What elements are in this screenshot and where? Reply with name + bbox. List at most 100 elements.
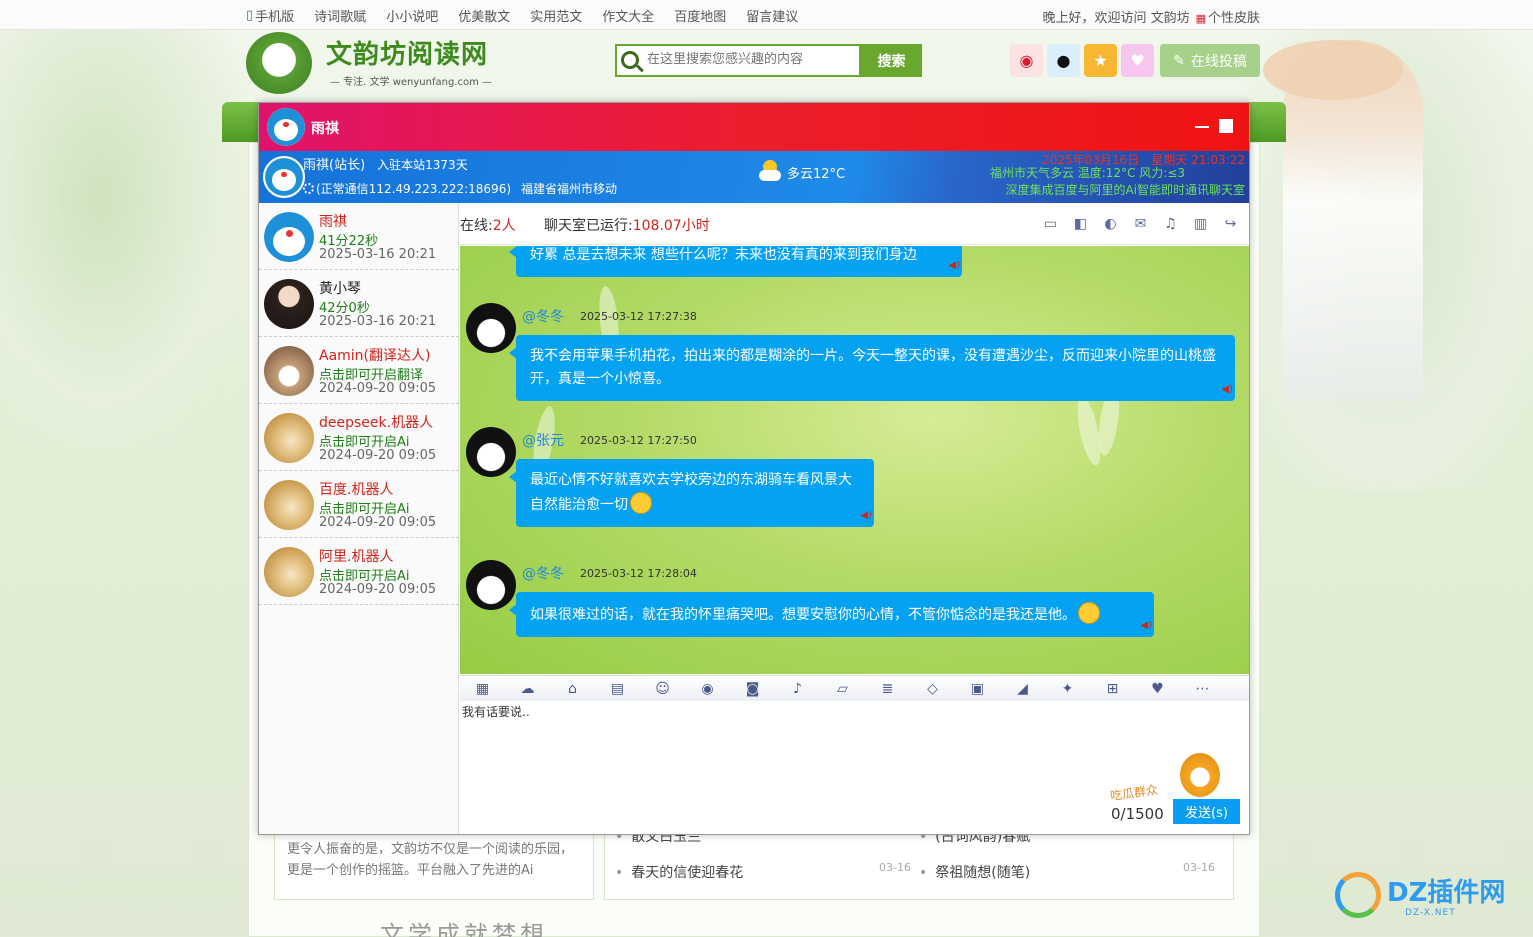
online-count: 在线:2人 [460, 215, 516, 235]
more-icon[interactable]: ⋯ [1180, 681, 1225, 697]
chat-tools: ▭ ◧ ◐ ✉ ♫ ▥ ↪ [1042, 215, 1239, 232]
skin-link[interactable]: 个性皮肤 [1208, 11, 1260, 26]
site-logo[interactable]: 文韵坊阅读网 — 专注. 文学 wenyunfang.com — [246, 32, 536, 94]
list-icon[interactable]: ≣ [865, 681, 910, 697]
nav-essay[interactable]: 作文大全 [602, 6, 654, 25]
user-name: Aamin(翻译达人) [319, 348, 431, 364]
nav-prose[interactable]: 优美散文 [458, 6, 510, 25]
weather-widget: 多云12°C [757, 160, 845, 184]
message-bubble: 我不会用苹果手机拍花，拍出来的都是糊涂的一片。今天一整天的课，没有遭遇沙尘，反而… [509, 335, 1235, 401]
rss-icon[interactable]: ◢ [1000, 681, 1045, 697]
nav-short-story[interactable]: 小小说吧 [386, 6, 438, 25]
article-link[interactable]: 祭祖随想(随笔) [919, 862, 1030, 882]
doraemon-avatar-icon [267, 108, 305, 146]
search-icon [621, 51, 639, 69]
message-sender[interactable]: @冬冬 [522, 563, 564, 583]
toggle-icon[interactable]: ◐ [1102, 215, 1119, 232]
contribute-label: 在线投稿 [1190, 53, 1247, 70]
message-text: 如果很难过的话，就在我的怀里痛哭吧。想要安慰你的心情，不管你惦念的是我还是他。 [530, 607, 1076, 623]
share-icon[interactable]: ↪ [1222, 215, 1239, 232]
user-icon[interactable]: ◉ [685, 681, 730, 697]
list-item[interactable]: deepseek.机器人 点击即可开启Ai 2024-09-20 09:05 [259, 404, 459, 471]
diamond-icon[interactable]: ◇ [910, 681, 955, 697]
speaker-icon[interactable]: ◀) [948, 254, 960, 277]
about-text: 更令人振奋的是，文韵坊不仅是一个阅读的乐园，更是一个创作的摇篮。平台融入了先进的… [287, 842, 574, 878]
sad-emoji-icon [1078, 602, 1100, 624]
chat-titlebar[interactable]: 雨祺 [259, 103, 1249, 151]
weibo-icon[interactable]: ◉ [1010, 44, 1043, 77]
nav-sitemap[interactable]: 百度地图 [674, 6, 726, 25]
user-name: 黄小琴 [319, 281, 361, 297]
database-icon[interactable]: ▣ [955, 681, 1000, 697]
article-link[interactable]: 春天的信使迎春花 [615, 862, 743, 882]
twitter-icon[interactable]: ✦ [1045, 681, 1090, 697]
emoji-icon[interactable]: ☺ [640, 681, 685, 697]
star-icon[interactable]: ★ [1084, 44, 1117, 77]
maximize-icon[interactable] [1219, 119, 1233, 133]
nav-feedback[interactable]: 留言建议 [746, 6, 798, 25]
user-time: 2024-09-20 09:05 [319, 515, 437, 530]
chat-title: 雨祺 [311, 121, 339, 137]
avatar[interactable] [466, 303, 516, 353]
avatar[interactable] [263, 156, 305, 198]
speaker-icon[interactable]: ◀) [1221, 378, 1233, 401]
runtime: 聊天室已运行:108.07小时 [544, 215, 710, 235]
nav-mobile[interactable]: 手机版 [255, 6, 294, 25]
folder-icon[interactable]: ▱ [820, 681, 865, 697]
welcome-message: 晚上好，欢迎访问 文韵坊 [1042, 11, 1190, 26]
speaker-icon[interactable]: ◀) [1140, 614, 1152, 637]
logo-reader-icon [246, 32, 312, 94]
slogan-text: 深度集成百度与阿里的Ai智能即时通讯聊天室 [1005, 183, 1245, 197]
bank-icon[interactable]: ⌂ [550, 681, 595, 697]
user-time: 2025-03-16 20:21 [319, 314, 437, 329]
connection-status: (正常通信112.49.223.222:18696) [316, 182, 512, 196]
music-icon[interactable]: ♪ [775, 681, 820, 697]
trash-icon[interactable]: ▥ [1192, 215, 1209, 232]
cartoon-avatar-icon [466, 303, 516, 353]
message-sender[interactable]: @张元 [522, 430, 564, 450]
id-card-icon[interactable]: ▤ [595, 681, 640, 697]
user-time: 2025-03-16 20:21 [319, 247, 437, 262]
speaker-icon[interactable]: ◀) [860, 504, 872, 527]
apps-icon[interactable]: ▦ [460, 681, 505, 697]
list-item[interactable]: Aamin(翻译达人) 点击即可开启翻译 2024-09-20 09:05 [259, 337, 459, 404]
list-item[interactable]: 黄小琴 42分0秒 2025-03-16 20:21 [259, 270, 459, 337]
avatar[interactable] [267, 108, 305, 146]
avatar[interactable] [466, 560, 516, 610]
host-info: 雨祺(站长) 入驻本站1373天 [303, 154, 468, 173]
chat-header: 在线:2人 聊天室已运行:108.07小时 ▭ ◧ ◐ ✉ ♫ ▥ ↪ [460, 203, 1249, 245]
search-box [615, 44, 861, 77]
location-text: 福建省福州市移动 [521, 182, 618, 196]
minimize-icon[interactable] [1195, 126, 1209, 128]
windows-icon[interactable]: ⊞ [1090, 681, 1135, 697]
cloud-icon[interactable]: ☁ [505, 681, 550, 697]
bell-icon[interactable]: ♫ [1162, 215, 1179, 232]
heart-icon[interactable]: ♥ [1135, 681, 1180, 697]
message-sender[interactable]: @冬冬 [522, 306, 564, 326]
camera-icon[interactable]: ◙ [730, 681, 775, 697]
qq-icon[interactable]: ● [1047, 44, 1080, 77]
section-title: 文学成就梦想 [380, 921, 548, 937]
contribute-button[interactable]: ✎ 在线投稿 [1160, 44, 1260, 77]
connection-info: (正常通信112.49.223.222:18696) 福建省福州市移动 [303, 180, 617, 197]
message-input[interactable] [462, 703, 1062, 803]
robot-avatar-icon [264, 413, 314, 463]
window-icon[interactable]: ◧ [1072, 215, 1089, 232]
search-button[interactable]: 搜索 [861, 44, 922, 77]
nav-poetry[interactable]: 诗词歌赋 [314, 6, 366, 25]
search-input[interactable] [647, 52, 857, 67]
city-weather-text: 福州市天气多云 温度:12°C 风力:≤3 [989, 166, 1185, 180]
robot-avatar-icon [264, 547, 314, 597]
heart-icon[interactable]: ♥ [1121, 44, 1154, 77]
list-item[interactable]: 雨祺 41分22秒 2025-03-16 20:21 [259, 203, 459, 270]
message-bubble: 好累 总是去想未来 想些什么呢？未来也没有真的来到我们身边 ◀) [509, 246, 962, 277]
list-item[interactable]: 百度.机器人 点击即可开启Ai 2024-09-20 09:05 [259, 471, 459, 538]
monitor-icon[interactable]: ▭ [1042, 215, 1059, 232]
nav-practical[interactable]: 实用范文 [530, 6, 582, 25]
cartoon-avatar-icon [466, 427, 516, 477]
robot-avatar-icon [264, 480, 314, 530]
list-item[interactable]: 阿里.机器人 点击即可开启Ai 2024-09-20 09:05 [259, 538, 459, 605]
mail-icon[interactable]: ✉ [1132, 215, 1149, 232]
send-button[interactable]: 发送(s) [1173, 799, 1240, 824]
avatar[interactable] [466, 427, 516, 477]
